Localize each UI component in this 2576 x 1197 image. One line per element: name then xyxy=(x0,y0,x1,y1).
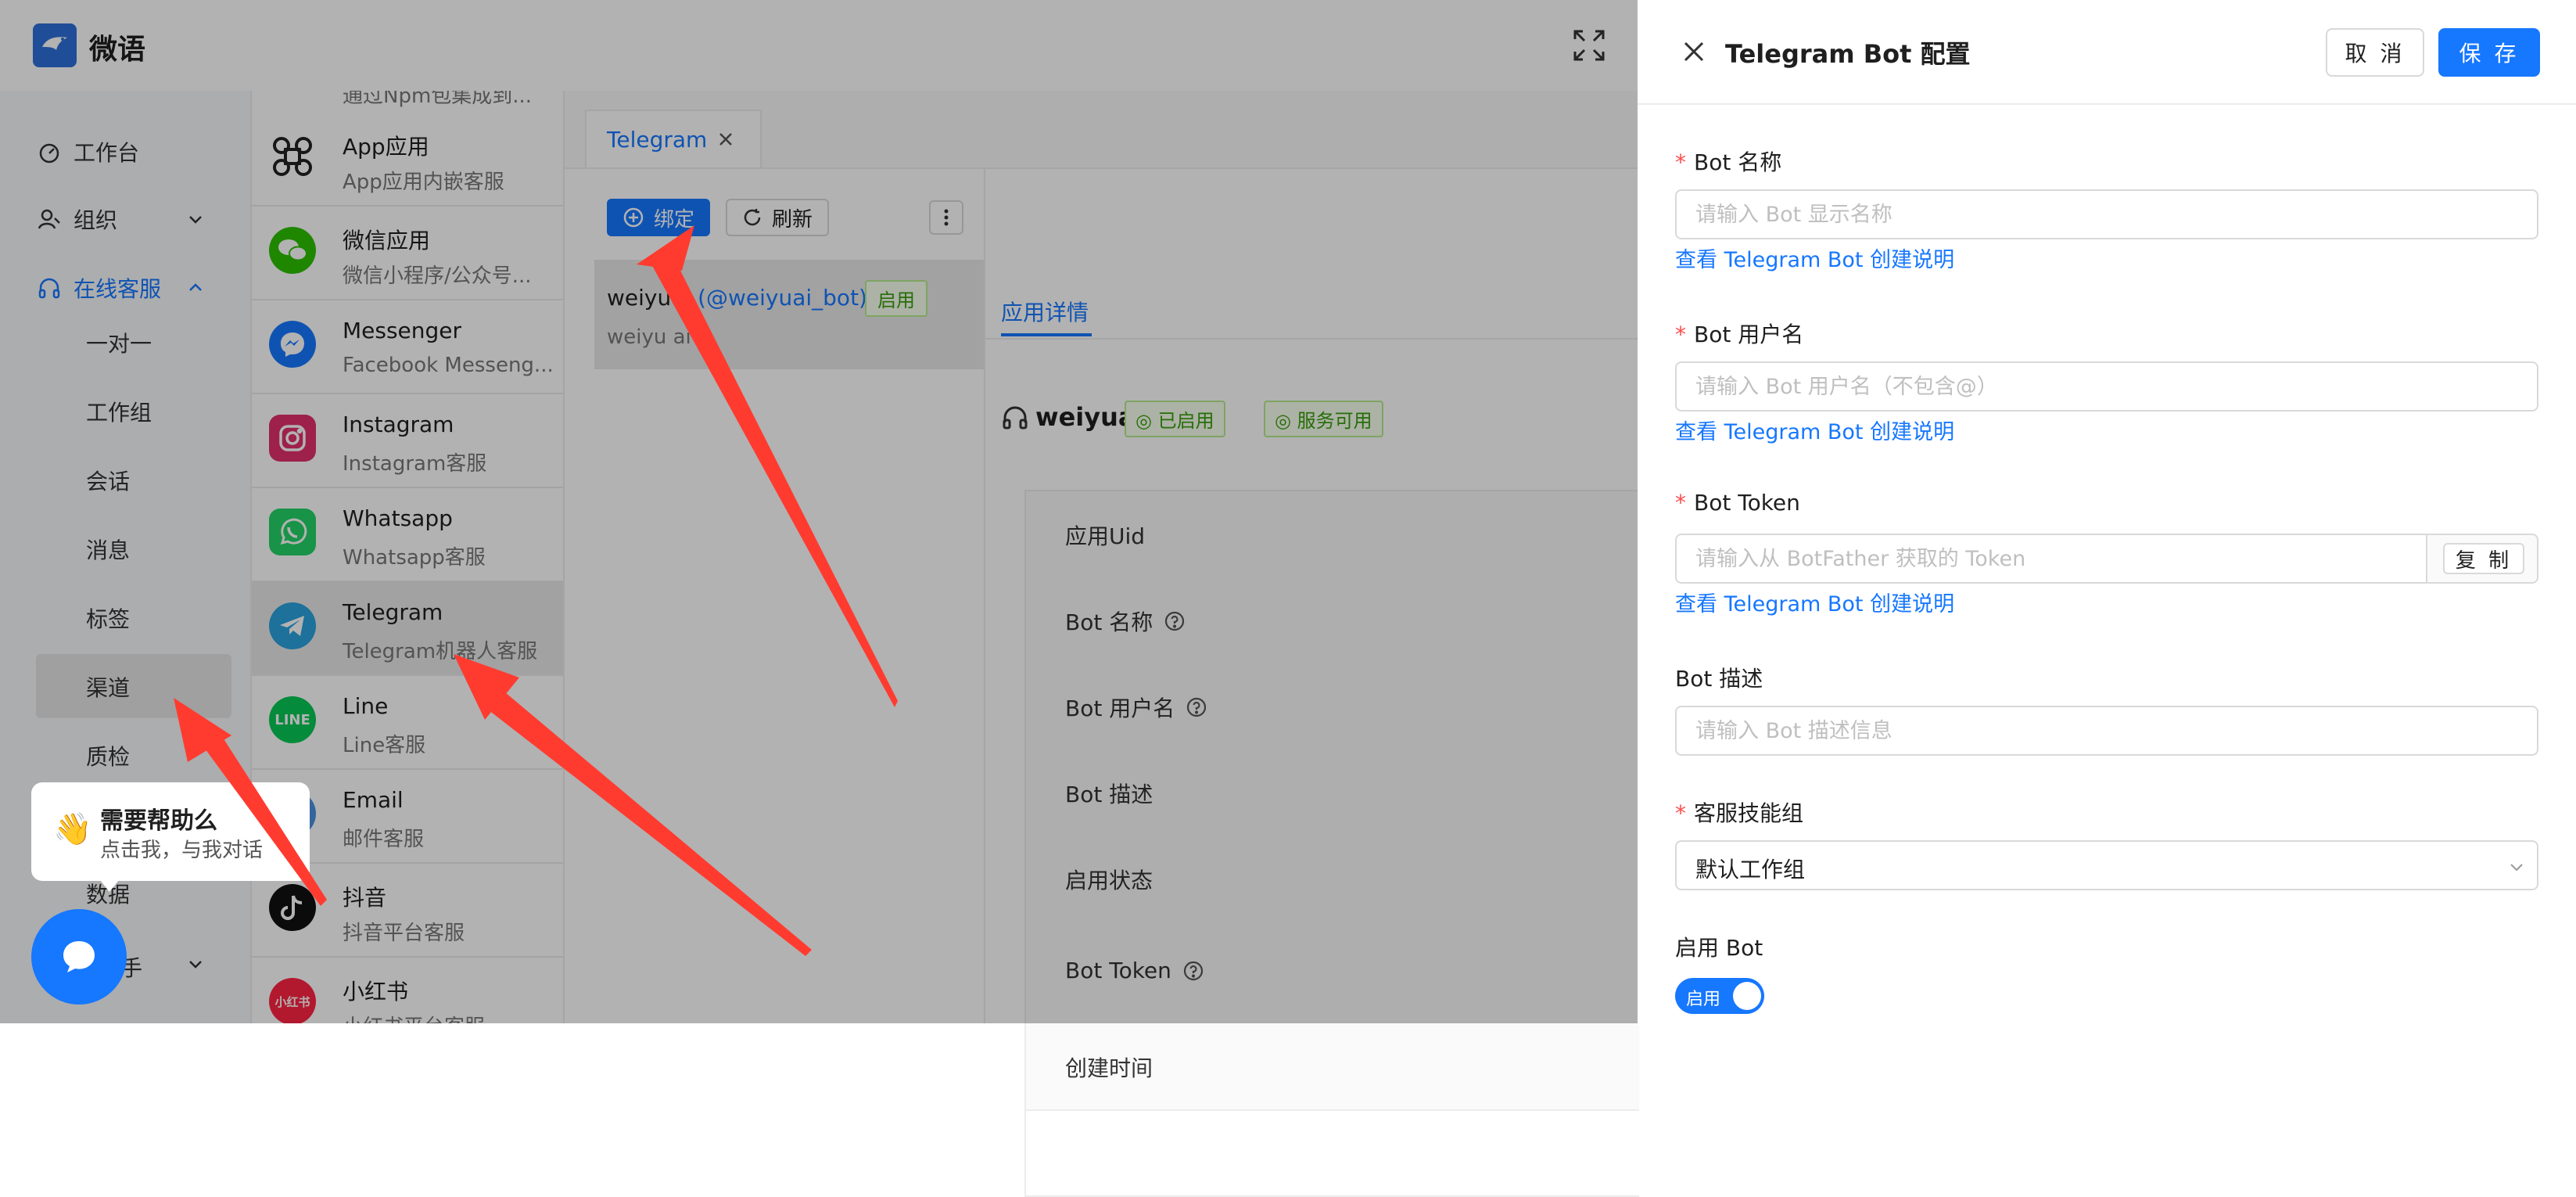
chat-bubble-icon xyxy=(63,941,95,972)
required-mark: * xyxy=(1675,149,1686,175)
workgroup-value: 默认工作组 xyxy=(1695,857,1806,882)
required-mark: * xyxy=(1675,490,1686,516)
enable-bot-label: 启用 Bot xyxy=(1675,935,1763,961)
workgroup-select[interactable]: 默认工作组 xyxy=(1675,840,2538,890)
bot-help-link[interactable]: 查看 Telegram Bot 创建说明 xyxy=(1675,415,1954,445)
bot-token-input[interactable] xyxy=(1675,534,2427,584)
waving-hand-icon: 👋 xyxy=(53,811,92,847)
help-bubble[interactable]: 👋 需要帮助么 点击我，与我对话 xyxy=(31,782,310,881)
bot-help-link[interactable]: 查看 Telegram Bot 创建说明 xyxy=(1675,587,1954,617)
help-subtitle: 点击我，与我对话 xyxy=(100,839,264,862)
field-label-text: 创建时间 xyxy=(1065,1055,1153,1081)
bot-token-label-text: Bot Token xyxy=(1694,490,1800,516)
switch-label: 启用 xyxy=(1686,990,1721,1009)
chevron-down-icon xyxy=(2510,864,2523,872)
enable-bot-switch[interactable]: 启用 xyxy=(1675,978,1764,1014)
field-row: 创建时间 xyxy=(1026,1023,1639,1111)
drawer-title: Telegram Bot 配置 xyxy=(1725,39,1971,69)
copy-addon: 复 制 xyxy=(2426,534,2538,584)
save-button[interactable]: 保 存 xyxy=(2438,28,2540,77)
required-mark: * xyxy=(1675,800,1686,826)
config-drawer: Telegram Bot 配置 取 消 保 存 * Bot 名称 查看 Teleg… xyxy=(1638,0,2576,1023)
bot-name-label: * Bot 名称 xyxy=(1675,146,1781,177)
cancel-button[interactable]: 取 消 xyxy=(2326,28,2424,77)
switch-knob xyxy=(1733,982,1761,1010)
copy-button[interactable]: 复 制 xyxy=(2443,543,2524,574)
field-label: 创建时间 xyxy=(1065,1051,1153,1083)
bot-desc-input[interactable] xyxy=(1675,706,2538,756)
bot-help-link[interactable]: 查看 Telegram Bot 创建说明 xyxy=(1675,243,1954,273)
bot-name-label-text: Bot 名称 xyxy=(1694,149,1782,175)
workgroup-label: * 客服技能组 xyxy=(1675,796,1803,828)
bot-username-label-text: Bot 用户名 xyxy=(1694,322,1804,347)
app-root: 微语 工作台 组织 在线客服 一对一 工作组 会话 消息 标签 渠道 质检 数据… xyxy=(0,0,2576,1197)
chat-launcher-button[interactable] xyxy=(31,909,127,1005)
close-icon[interactable] xyxy=(1681,39,1706,64)
help-bubble-tail xyxy=(97,876,122,892)
workgroup-label-text: 客服技能组 xyxy=(1694,800,1804,826)
bot-username-input[interactable] xyxy=(1675,361,2538,412)
help-title: 需要帮助么 xyxy=(100,807,217,835)
bot-desc-label: Bot 描述 xyxy=(1675,666,1763,692)
required-mark: * xyxy=(1675,322,1686,347)
bot-token-label: * Bot Token xyxy=(1675,490,1800,516)
bot-name-input[interactable] xyxy=(1675,189,2538,239)
bot-username-label: * Bot 用户名 xyxy=(1675,318,1803,349)
drawer-header: Telegram Bot 配置 取 消 保 存 xyxy=(1638,0,2576,105)
